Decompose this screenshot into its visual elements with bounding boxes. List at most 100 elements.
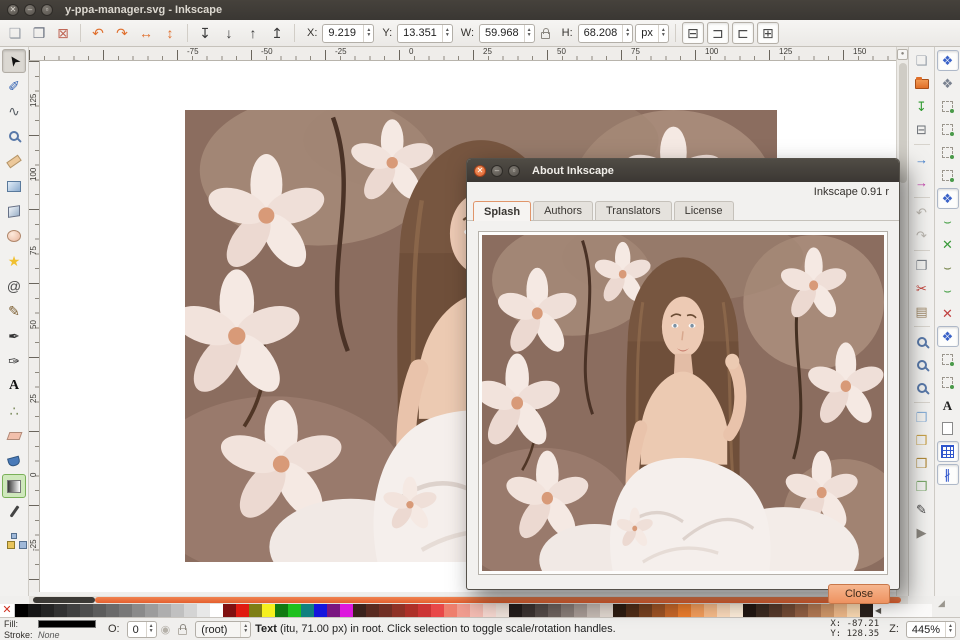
palette-swatch[interactable] (405, 604, 418, 617)
measure-tool-button[interactable] (2, 149, 26, 173)
stroke-value[interactable]: None (38, 630, 98, 640)
opacity-field[interactable]: 0 ▲ ▼ (126, 620, 157, 638)
palette-swatch[interactable] (132, 604, 145, 617)
layer-spinner[interactable]: ▲ ▼ (240, 621, 250, 637)
zoom-field[interactable]: 445% ▲ ▼ (905, 620, 956, 638)
unit-value[interactable]: px (636, 25, 658, 42)
flip-vertical-button[interactable]: ↕ (159, 22, 181, 44)
node-editor-tool-button[interactable]: ✐ (2, 74, 26, 98)
unit-select[interactable]: px ▲ ▼ (635, 23, 669, 43)
group-objects-button[interactable]: ❐ (911, 476, 933, 497)
palette-swatch[interactable] (106, 604, 119, 617)
snap-page-border-button[interactable] (937, 418, 959, 439)
print-button[interactable]: ⊟ (911, 119, 933, 140)
eraser-tool-button[interactable] (2, 424, 26, 448)
create-clone-button[interactable]: ❒ (911, 430, 933, 451)
w-field-value[interactable]: 59.968 (480, 25, 524, 42)
snap-path-intersections-button[interactable]: ✕ (937, 234, 959, 255)
close-button[interactable]: Close (828, 584, 890, 604)
dialog-maximize-button[interactable]: ▫ (508, 164, 520, 177)
spiral-tool-button[interactable]: @ (2, 274, 26, 298)
x-field-value[interactable]: 9.219 (323, 25, 363, 42)
snap-guides-button[interactable]: ∦ (936, 464, 959, 485)
affect-corners-button[interactable]: ⊏ (731, 22, 754, 44)
fill-swatch[interactable] (38, 619, 96, 628)
palette-swatch[interactable] (275, 604, 288, 617)
palette-swatch[interactable] (431, 604, 444, 617)
palette-swatch[interactable] (236, 604, 249, 617)
selector-tool-button[interactable]: ➤ (2, 49, 26, 73)
zoom-tool-button[interactable] (2, 124, 26, 148)
affect-patterns-button[interactable]: ⊞ (756, 22, 779, 44)
palette-swatch[interactable] (54, 604, 67, 617)
h-field-spinner[interactable]: ▲ ▼ (622, 24, 632, 42)
layer-value[interactable]: (root) (196, 622, 240, 637)
duplicate-button[interactable]: ❐ (911, 407, 933, 428)
palette-swatch[interactable] (197, 604, 210, 617)
select-all-button[interactable]: ❏ (4, 22, 26, 44)
palette-swatch[interactable] (93, 604, 106, 617)
snap-bbox-centers-button[interactable] (937, 165, 959, 186)
select-all-layers-button[interactable]: ❐ (28, 22, 50, 44)
palette-swatch[interactable] (262, 604, 275, 617)
snap-bbox-button[interactable]: ❖ (937, 73, 959, 94)
palette-swatch[interactable] (171, 604, 184, 617)
palette-swatch[interactable] (249, 604, 262, 617)
y-field-value[interactable]: 13.351 (398, 25, 442, 42)
palette-swatch[interactable] (67, 604, 80, 617)
x-field-spinner[interactable]: ▲ ▼ (363, 24, 373, 42)
commands-overflow-arrow-button[interactable]: ▶ (911, 522, 933, 543)
snap-midpoints-button[interactable]: ✕ (937, 303, 959, 324)
window-close-button[interactable]: ✕ (7, 4, 19, 16)
w-field-spinner[interactable]: ▲ ▼ (523, 24, 534, 42)
no-color-swatch[interactable]: ✕ (0, 604, 15, 617)
zoom-value[interactable]: 445% (907, 622, 945, 637)
snap-object-centers-button[interactable]: ❖ (936, 326, 959, 347)
affect-stroke-button[interactable]: ⊐ (706, 22, 729, 44)
copy-button[interactable]: ❐ (911, 255, 933, 276)
palette-swatch[interactable] (340, 604, 353, 617)
palette-swatch[interactable] (327, 604, 340, 617)
zoom-spinner[interactable]: ▲ ▼ (945, 621, 955, 637)
palette-swatch[interactable] (41, 604, 54, 617)
palette-swatch[interactable] (119, 604, 132, 617)
snap-text-baseline-button[interactable]: A (937, 395, 959, 416)
star-tool-button[interactable]: ★ (2, 249, 26, 273)
about-dialog-titlebar[interactable]: ✕ – ▫ About Inkscape (467, 159, 899, 182)
palette-swatch[interactable] (15, 604, 28, 617)
unit-spinner[interactable]: ▲ ▼ (657, 24, 668, 42)
h-field-value[interactable]: 68.208 (579, 25, 623, 42)
redo-button[interactable]: ↷ (911, 225, 933, 246)
snap-rotation-centers-button[interactable] (937, 349, 959, 370)
undo-button[interactable]: ↶ (911, 202, 933, 223)
palette-swatch[interactable] (366, 604, 379, 617)
tab-authors[interactable]: Authors (533, 201, 593, 220)
vertical-scrollbar-thumb[interactable] (899, 63, 907, 183)
lower-one-step-button[interactable]: ↓ (218, 22, 240, 44)
tab-translators[interactable]: Translators (595, 201, 672, 220)
palette-swatch[interactable] (314, 604, 327, 617)
horizontal-ruler[interactable]: -75 -50 -25 0 25 50 75 100 125 150 (29, 47, 896, 61)
y-field-spinner[interactable]: ▲ ▼ (441, 24, 452, 42)
snap-cusp-nodes-button[interactable]: ⌣ (937, 257, 959, 278)
import-button[interactable]: → (911, 149, 933, 170)
dialog-close-button[interactable]: ✕ (474, 164, 486, 177)
palette-swatch[interactable] (353, 604, 366, 617)
palette-swatch[interactable] (80, 604, 93, 617)
palette-swatch[interactable] (444, 604, 457, 617)
flip-horizontal-button[interactable]: ↔ (135, 22, 157, 44)
palette-swatch[interactable] (392, 604, 405, 617)
palette-swatch[interactable] (28, 604, 41, 617)
fill-stroke-dialog-button[interactable]: ✎ (911, 499, 933, 520)
layer-visibility-icon[interactable]: ◉ (161, 623, 171, 636)
lock-ratio-icon[interactable] (540, 27, 550, 39)
palette-swatch[interactable] (418, 604, 431, 617)
ellipse-tool-button[interactable] (2, 224, 26, 248)
snap-grid-button[interactable] (936, 441, 959, 462)
snap-enable-button[interactable]: ❖ (936, 50, 959, 71)
layer-lock-icon[interactable] (178, 623, 188, 635)
dialog-minimize-button[interactable]: – (491, 164, 503, 177)
ruler-corner-button[interactable]: ● (897, 49, 908, 60)
vertical-ruler[interactable]: 125 100 75 50 25 0 -25 (29, 61, 40, 592)
tweak-tool-button[interactable]: ∿ (2, 99, 26, 123)
